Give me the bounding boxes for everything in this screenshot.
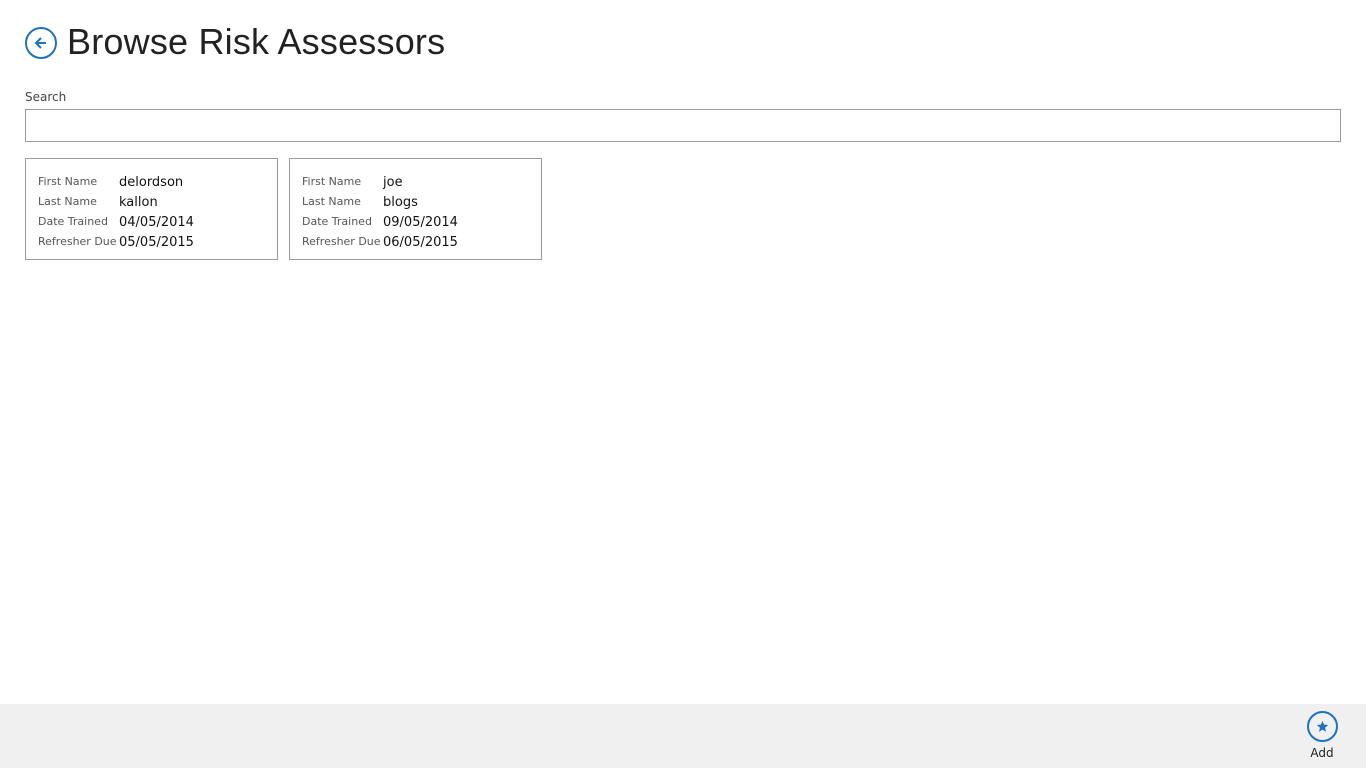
date-trained-value: 04/05/2014	[119, 215, 194, 230]
back-button[interactable]	[25, 27, 57, 59]
refresher-due-row: Refresher Due 05/05/2015	[38, 231, 277, 251]
date-trained-row: Date Trained 09/05/2014	[302, 211, 541, 231]
last-name-row: Last Name kallon	[38, 191, 277, 211]
last-name-label: Last Name	[38, 195, 97, 208]
refresher-due-value: 06/05/2015	[383, 235, 458, 250]
first-name-label: First Name	[38, 175, 98, 188]
refresher-due-label: Refresher Due	[302, 235, 381, 248]
assessor-card[interactable]: First Name joe Last Name blogs Date Trai…	[289, 158, 542, 260]
search-input[interactable]	[25, 109, 1341, 142]
last-name-row: Last Name blogs	[302, 191, 541, 211]
refresher-due-value: 05/05/2015	[119, 235, 194, 250]
add-button[interactable]: Add	[1302, 711, 1342, 760]
refresher-due-label: Refresher Due	[38, 235, 117, 248]
first-name-row: First Name joe	[302, 171, 541, 191]
star-icon	[1316, 720, 1328, 732]
first-name-value: delordson	[119, 175, 184, 190]
last-name-value: blogs	[383, 195, 418, 210]
app-bar: Add	[0, 704, 1366, 768]
refresher-due-row: Refresher Due 06/05/2015	[302, 231, 541, 251]
back-arrow-icon	[34, 37, 46, 49]
last-name-value: kallon	[119, 195, 158, 210]
first-name-value: joe	[383, 175, 403, 190]
date-trained-row: Date Trained 04/05/2014	[38, 211, 277, 231]
add-label: Add	[1310, 746, 1334, 760]
page-header: Browse Risk Assessors	[25, 20, 445, 64]
assessor-card[interactable]: First Name delordson Last Name kallon Da…	[25, 158, 278, 260]
first-name-label: First Name	[302, 175, 362, 188]
date-trained-label: Date Trained	[38, 215, 108, 228]
assessor-list: First Name delordson Last Name kallon Da…	[25, 158, 542, 260]
date-trained-label: Date Trained	[302, 215, 372, 228]
search-label: Search	[25, 90, 67, 104]
page-title: Browse Risk Assessors	[67, 21, 446, 62]
last-name-label: Last Name	[302, 195, 361, 208]
add-button-circle	[1306, 711, 1338, 742]
first-name-row: First Name delordson	[38, 171, 277, 191]
date-trained-value: 09/05/2014	[383, 215, 458, 230]
